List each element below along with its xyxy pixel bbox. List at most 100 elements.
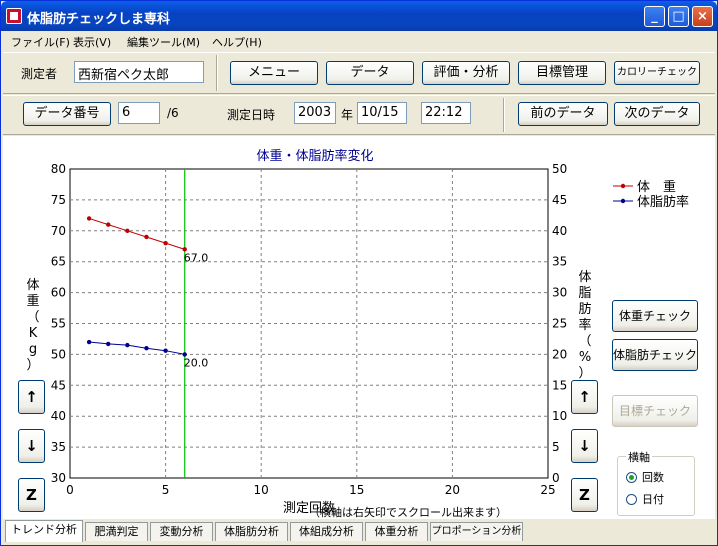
series-point-1 <box>144 346 149 351</box>
y-right-tick-label: 5 <box>552 440 560 454</box>
x-tick-label: 5 <box>162 483 170 497</box>
x-tick-label: 0 <box>66 483 74 497</box>
y-right-tick-label: 15 <box>552 378 567 392</box>
y-right-tick-label: 45 <box>552 193 567 207</box>
close-button[interactable]: × <box>692 6 713 27</box>
person-label: 測定者 <box>21 67 58 81</box>
evaluation-button[interactable]: 評価・分析 <box>422 61 510 85</box>
date-label: 測定日時 <box>227 108 276 122</box>
prev-data-button[interactable]: 前のデータ <box>518 102 608 126</box>
y-right-axis-label: 体脂肪率（%） <box>578 270 591 381</box>
menu-view[interactable]: 表示(V) <box>73 34 111 50</box>
tab-trend[interactable]: トレンド分析 <box>5 520 83 542</box>
series-point-1 <box>163 348 168 353</box>
menu-help[interactable]: ヘルプ(H) <box>212 34 262 50</box>
data-number-button[interactable]: データ番号 <box>23 102 111 126</box>
date-field[interactable]: 10/15 <box>357 102 407 124</box>
menu-button[interactable]: メニュー <box>230 61 318 85</box>
legend-label-1: 体脂肪率 <box>637 194 689 210</box>
y-left-axis-label: 体重（ Kg） <box>26 278 39 373</box>
y-right-tick-label: 40 <box>552 224 567 238</box>
y-right-tick-label: 50 <box>552 162 567 176</box>
tab-variation[interactable]: 変動分析 <box>150 522 213 541</box>
y-left-tick-label: 75 <box>51 193 66 207</box>
window-title: 体脂肪チェックしま専科 <box>27 12 171 27</box>
left-scroll-up-button[interactable]: ↑ <box>18 380 45 414</box>
goal-management-button[interactable]: 目標管理 <box>518 61 606 85</box>
data-number-field[interactable]: 6 <box>118 102 160 124</box>
tab-body-composition[interactable]: 体組成分析 <box>290 522 363 541</box>
year-unit: 年 <box>341 108 354 122</box>
toolbar-panel: 測定者 西新宿ペク太郎 メニュー データ 評価・分析 目標管理 カロリーチェック <box>3 52 715 94</box>
right-zoom-button[interactable]: Z <box>571 478 598 512</box>
weight-check-button[interactable]: 体重チェック <box>612 300 698 332</box>
y-left-tick-label: 50 <box>51 347 66 361</box>
record-divider <box>503 98 505 132</box>
radio-selected-icon <box>626 472 637 483</box>
tab-body-fat[interactable]: 体脂肪分析 <box>215 522 288 541</box>
person-name-field[interactable]: 西新宿ペク太郎 <box>74 61 204 83</box>
series-point-1 <box>86 339 92 345</box>
menu-bar: ファイル(F) 表示(V) 編集ツール(M) ヘルプ(H) <box>1 31 717 51</box>
calorie-check-button[interactable]: カロリーチェック <box>614 61 700 85</box>
menu-edit-tools[interactable]: 編集ツール(M) <box>127 34 200 50</box>
x-tick-label: 15 <box>349 483 364 497</box>
y-right-tick-label: 25 <box>552 317 567 331</box>
tab-obesity[interactable]: 肥満判定 <box>85 522 148 541</box>
data-button[interactable]: データ <box>326 61 414 85</box>
y-left-tick-label: 45 <box>51 378 66 392</box>
series-point-1 <box>125 342 130 348</box>
series-point-0 <box>106 222 111 227</box>
year-field[interactable]: 2003 <box>294 102 336 124</box>
series-line-1 <box>89 341 185 355</box>
series-point-1 <box>106 341 111 347</box>
left-zoom-button[interactable]: Z <box>18 478 45 512</box>
chart-title: 体重・体脂肪率変化 <box>256 148 373 164</box>
y-left-tick-label: 60 <box>51 286 66 300</box>
data-total: /6 <box>167 106 179 120</box>
y-left-tick-label: 70 <box>51 224 66 238</box>
series-point-0 <box>86 216 92 221</box>
plot-frame <box>69 168 549 479</box>
series-point-0 <box>125 228 130 233</box>
right-scroll-down-button[interactable]: ↓ <box>571 429 598 463</box>
axis-group-title: 横軸 <box>626 449 652 465</box>
y-right-tick-label: 30 <box>552 286 567 300</box>
legend-label-0: 体 重 <box>637 179 676 195</box>
y-left-tick-label: 35 <box>51 440 66 454</box>
y-left-tick-label: 40 <box>51 409 66 423</box>
chart-area: 30 35 40 45 50 55 60 65 70 75 80 0 5 10 15 20 25 30 35 40 45… <box>3 136 715 519</box>
right-scroll-up-button[interactable]: ↑ <box>571 380 598 414</box>
y-right-tick-label: 35 <box>552 255 567 269</box>
tab-weight[interactable]: 体重分析 <box>365 522 428 541</box>
minimize-button[interactable]: _ <box>644 6 665 27</box>
fat-check-button[interactable]: 体脂肪チェック <box>612 339 698 371</box>
axis-option-count[interactable]: 回数 <box>626 469 664 485</box>
goal-check-button[interactable]: 目標チェック <box>612 395 698 427</box>
trend-chart: 30 35 40 45 50 55 60 65 70 75 80 0 5 10 15 20 25 30 35 40 45… <box>26 148 689 519</box>
x-axis-note: （横軸は右矢印でスクロール出来ます） <box>309 505 507 519</box>
data-label-0: 67.0 <box>184 251 209 264</box>
time-field[interactable]: 22:12 <box>421 102 471 124</box>
y-right-tick-label: 20 <box>552 347 567 361</box>
tab-proportion[interactable]: プロポーション分析 <box>430 522 523 541</box>
analysis-tabs: トレンド分析 肥満判定 変動分析 体脂肪分析 体組成分析 体重分析 プロポーショ… <box>1 520 717 545</box>
series-line-0 <box>88 217 185 250</box>
maximize-button[interactable]: □ <box>668 6 689 27</box>
axis-option-count-label: 回数 <box>642 471 664 484</box>
y-left-tick-label: 80 <box>51 162 66 176</box>
menu-file[interactable]: ファイル(F) <box>11 34 70 50</box>
data-label-1: 20.0 <box>184 356 209 369</box>
left-scroll-down-button[interactable]: ↓ <box>18 429 45 463</box>
title-bar: 体脂肪チェックしま専科 _ □ × <box>1 1 717 31</box>
x-tick-label: 10 <box>254 483 269 497</box>
y-left-tick-label: 65 <box>51 255 66 269</box>
axis-option-date[interactable]: 日付 <box>626 491 664 507</box>
toolbar-divider <box>216 55 218 91</box>
app-icon <box>6 8 22 24</box>
next-data-button[interactable]: 次のデータ <box>614 102 700 126</box>
series-point-0 <box>144 234 149 240</box>
legend-marker-1 <box>620 198 626 204</box>
y-right-tick-label: 10 <box>552 409 567 423</box>
y-left-tick-label: 55 <box>51 317 66 331</box>
